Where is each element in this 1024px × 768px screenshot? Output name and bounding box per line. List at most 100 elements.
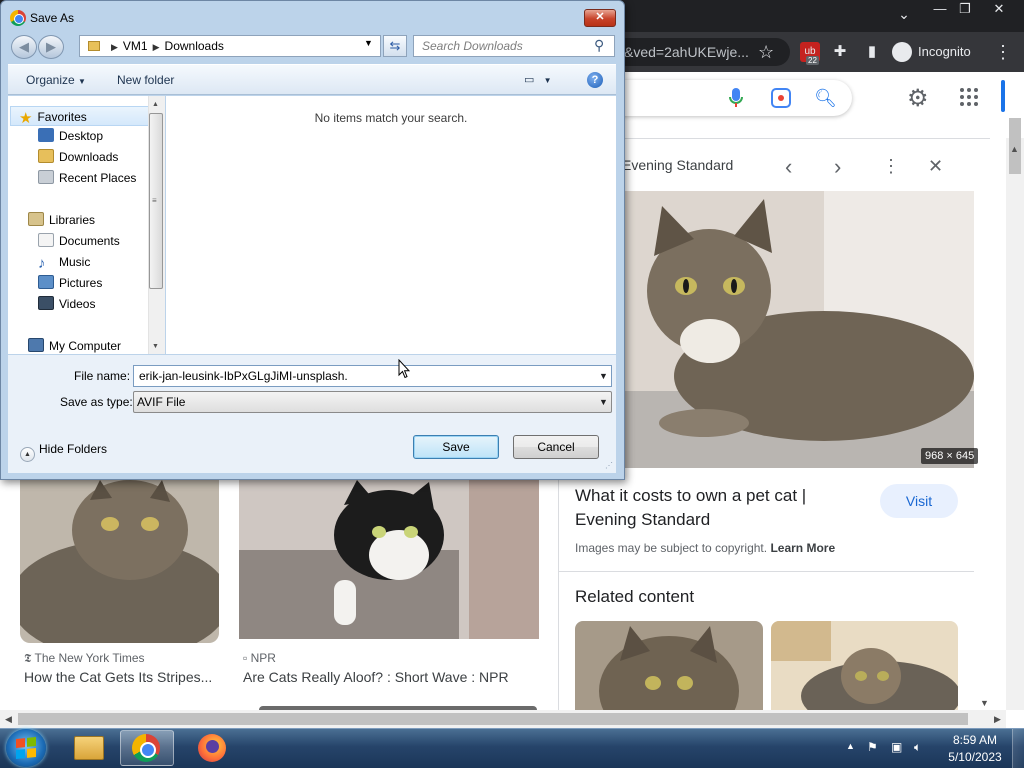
learn-more-link[interactable]: Learn More — [770, 541, 835, 555]
filename-input[interactable]: erik-jan-leusink-IbPxGLgJiMI-unsplash. — [133, 365, 612, 387]
dialog-title: Save As — [30, 11, 75, 25]
folder-breadcrumb[interactable]: ▶ VM1 ▶ Downloads — [79, 35, 381, 57]
panel-main-image[interactable] — [624, 191, 974, 468]
refresh-icon[interactable]: ⇆ — [383, 35, 407, 57]
breadcrumb-separator-icon[interactable]: ▶ — [111, 42, 118, 52]
nav-item-recent-places[interactable]: Recent Places — [38, 168, 136, 188]
chevron-down-icon: ▼ — [78, 77, 86, 86]
panel-scroll-down-arrow-icon[interactable]: ▼ — [980, 698, 989, 708]
nav-item-pictures[interactable]: Pictures — [38, 273, 102, 293]
chevron-down-icon: ▼ — [543, 76, 552, 85]
save-button[interactable]: Save — [413, 435, 499, 459]
windows-logo-icon — [16, 736, 36, 760]
horizontal-scroll-thumb[interactable] — [18, 713, 968, 725]
incognito-icon — [892, 42, 912, 62]
action-center-flag-icon[interactable]: ⚑ — [867, 740, 883, 754]
clock-date[interactable]: 5/10/2023 — [945, 750, 1005, 764]
copyright-note: Images may be subject to copyright. Lear… — [575, 541, 836, 555]
nav-scroll-up-icon[interactable]: ▲ — [152, 101, 159, 108]
organize-button[interactable]: Organize ▼ — [26, 73, 86, 87]
clock-time[interactable]: 8:59 AM — [945, 733, 1005, 747]
show-desktop-button[interactable] — [1012, 729, 1024, 768]
result-source-npr: ▫ NPR — [243, 651, 276, 665]
chrome-taskbar-icon[interactable] — [132, 734, 160, 762]
side-panel-icon[interactable]: ▮ — [862, 42, 882, 62]
nav-item-desktop[interactable]: Desktop — [38, 126, 103, 146]
music-icon: ♪ — [38, 255, 46, 272]
help-icon[interactable]: ? — [587, 72, 603, 88]
network-icon[interactable]: ▣ — [891, 740, 907, 754]
close-panel-icon[interactable]: ✕ — [928, 156, 943, 177]
computer-icon — [28, 338, 44, 352]
previous-image-icon[interactable]: ‹ — [785, 154, 792, 180]
filename-dropdown-icon[interactable]: ▼ — [599, 371, 608, 381]
google-apps-icon[interactable] — [960, 88, 978, 106]
firefox-icon[interactable] — [198, 734, 226, 762]
file-explorer-icon[interactable] — [74, 736, 104, 760]
panel-image-title[interactable]: What it costs to own a pet cat | Evening… — [575, 484, 855, 532]
breadcrumb-downloads[interactable]: Downloads — [165, 39, 224, 53]
hide-folders-button[interactable]: ▲ Hide Folders — [20, 442, 107, 462]
nav-scroll-down-icon[interactable]: ▼ — [152, 343, 159, 350]
new-folder-button[interactable]: New folder — [117, 73, 174, 87]
visit-button[interactable]: Visit — [880, 484, 958, 518]
incognito-indicator[interactable]: Incognito — [890, 40, 971, 64]
related-image-1[interactable] — [575, 621, 763, 711]
scroll-right-arrow-icon[interactable]: ▶ — [994, 714, 1001, 725]
cancel-button[interactable]: Cancel — [513, 435, 599, 459]
tab-search-chevron-icon[interactable]: ⌄ — [892, 6, 916, 26]
nav-item-videos[interactable]: Videos — [38, 294, 95, 314]
nav-item-documents[interactable]: Documents — [38, 231, 120, 251]
bookmark-star-icon[interactable]: ☆ — [758, 42, 774, 63]
nav-item-music[interactable]: ♪ Music — [38, 252, 90, 272]
panel-source-name: Evening Standard — [622, 157, 734, 173]
scroll-left-arrow-icon[interactable]: ◀ — [5, 714, 12, 725]
breadcrumb-separator-icon[interactable]: ▶ — [153, 42, 160, 52]
result-title-nyt[interactable]: How the Cat Gets Its Stripes... — [24, 669, 220, 685]
result-source-nyt: 𝕿 The New York Times — [24, 651, 145, 665]
address-dropdown-icon[interactable]: ▼ — [364, 38, 373, 48]
filetype-dropdown-icon[interactable]: ▼ — [599, 397, 608, 407]
breadcrumb-vm1[interactable]: VM1 — [123, 39, 148, 53]
chevron-up-icon: ▲ — [20, 447, 35, 462]
incognito-label: Incognito — [918, 44, 971, 59]
search-icon[interactable]: 🔍︎ — [814, 88, 837, 109]
result-image-tuxedo-cat[interactable] — [239, 480, 539, 639]
more-options-icon[interactable]: ⋮ — [882, 156, 900, 177]
empty-results-message: No items match your search. — [314, 111, 468, 125]
scroll-grip-icon: ≡ — [152, 196, 157, 205]
folder-icon — [88, 41, 100, 51]
search-downloads-input[interactable]: Search Downloads — [413, 35, 615, 57]
related-image-2[interactable] — [771, 621, 958, 711]
file-list-pane[interactable] — [166, 96, 616, 354]
nav-item-downloads[interactable]: Downloads — [38, 147, 118, 167]
resize-grip-icon[interactable]: ⋰ — [605, 461, 613, 470]
nav-item-my-computer[interactable]: My Computer — [28, 336, 121, 356]
scroll-up-arrow-icon[interactable]: ▲ — [1010, 144, 1019, 154]
microphone-icon[interactable] — [728, 87, 744, 109]
result-title-npr[interactable]: Are Cats Really Aloof? : Short Wave : NP… — [243, 669, 543, 685]
google-lens-icon[interactable] — [771, 88, 791, 108]
extensions-puzzle-icon[interactable]: ✚ — [830, 42, 850, 62]
back-arrow-icon[interactable]: ◀ — [11, 35, 37, 59]
browser-menu-icon[interactable]: ⋮ — [994, 42, 1012, 63]
documents-icon — [38, 233, 54, 247]
forward-arrow-icon[interactable]: ▶ — [38, 35, 64, 59]
videos-icon — [38, 296, 54, 310]
downloads-folder-icon — [38, 149, 54, 163]
volume-icon[interactable]: 🔈︎ — [914, 740, 930, 754]
change-view-button[interactable]: ▭ ▼ — [524, 73, 552, 86]
dialog-close-button[interactable]: ✕ — [584, 9, 616, 27]
nav-item-libraries[interactable]: Libraries — [28, 210, 95, 230]
account-accent — [1001, 80, 1005, 112]
settings-gear-icon[interactable]: ⚙ — [907, 84, 929, 113]
restore-window-button[interactable]: ❐ — [950, 0, 980, 18]
close-window-button[interactable]: ✕ — [984, 0, 1014, 18]
show-hidden-icons-icon[interactable]: ▲ — [846, 741, 855, 751]
page-vertical-scrollbar[interactable] — [1006, 138, 1024, 710]
filetype-select[interactable]: AVIF File — [133, 391, 612, 413]
search-icon[interactable]: ⚲ — [594, 37, 604, 54]
next-image-icon[interactable]: › — [834, 154, 841, 180]
result-image-tabby[interactable] — [20, 480, 219, 643]
nav-item-favorites[interactable]: ★ Favorites — [10, 106, 152, 126]
